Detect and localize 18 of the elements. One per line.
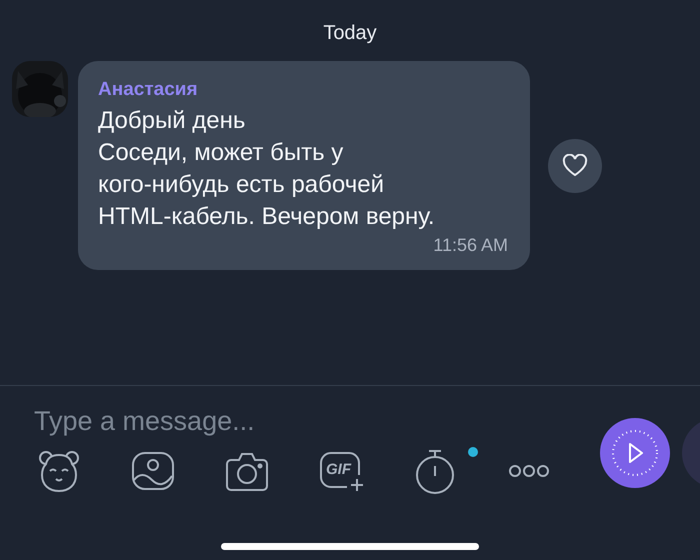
message-text: Соседи, может быть у — [98, 138, 344, 168]
gif-label: GIF — [326, 461, 351, 478]
message-time: 11:56 AM — [433, 235, 508, 256]
message-input[interactable]: Type a message... — [34, 406, 454, 437]
heart-icon — [562, 154, 588, 178]
bear-face-icon — [36, 449, 82, 493]
gif-button[interactable]: GIF — [316, 447, 366, 495]
more-icon — [508, 464, 550, 478]
play-icon — [610, 428, 660, 478]
message-text: кого-нибудь есть рабочей — [98, 170, 385, 200]
message-text: Добрый день — [98, 106, 246, 136]
image-icon — [130, 450, 176, 492]
date-divider: Today — [323, 22, 377, 45]
author-name: Анастасия — [98, 79, 199, 101]
message-text: HTML-кабель. Вечером верну. — [98, 202, 436, 232]
camera-icon — [223, 450, 271, 492]
stopwatch-icon — [414, 448, 456, 494]
gif-frame-icon — [317, 449, 365, 493]
